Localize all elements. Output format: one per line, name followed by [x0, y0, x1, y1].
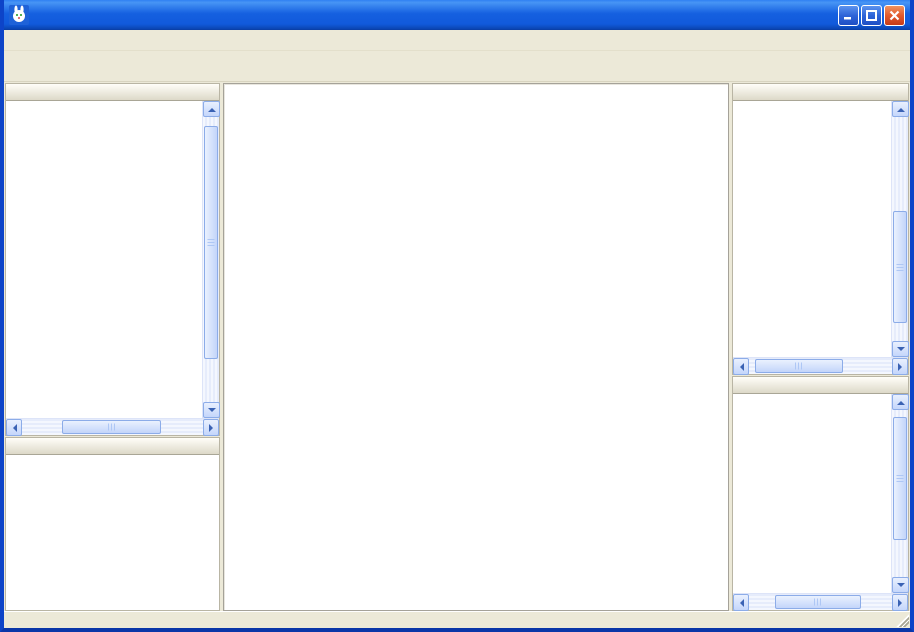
resize-grip[interactable] [896, 614, 909, 627]
function-editor-tree [223, 83, 729, 611]
menu-bar [4, 30, 910, 51]
scroll-up-arrow[interactable] [892, 101, 909, 117]
panel-basic-elements [732, 83, 909, 375]
scroll-right-arrow[interactable] [892, 358, 908, 375]
elements-horizontal-scrollbar[interactable] [733, 357, 908, 374]
panel-basic-elements-title [733, 84, 908, 101]
scroll-down-arrow[interactable] [203, 402, 220, 418]
scroll-left-arrow[interactable] [733, 594, 749, 611]
minimize-button[interactable] [838, 5, 859, 26]
title-bar [4, 0, 910, 30]
object-classes-tree [733, 394, 891, 593]
classes-vertical-scrollbar[interactable] [891, 394, 908, 593]
scroll-left-arrow[interactable] [733, 358, 749, 375]
panel-common-objects-title [6, 84, 219, 101]
common-horizontal-scrollbar[interactable] [6, 418, 219, 435]
scroll-right-arrow[interactable] [892, 594, 908, 611]
main-area [4, 82, 910, 611]
scroll-down-arrow[interactable] [892, 341, 909, 357]
elements-vertical-scrollbar[interactable] [891, 101, 908, 357]
panel-object-classes-title [733, 377, 908, 394]
scroll-up-arrow[interactable] [203, 101, 220, 117]
basic-elements-tree [733, 101, 891, 357]
panel-local-objects-title [6, 438, 219, 455]
panel-local-objects [5, 437, 220, 611]
scroll-up-arrow[interactable] [892, 394, 909, 410]
app-rabbit-icon [9, 5, 29, 25]
scroll-left-arrow[interactable] [6, 419, 22, 436]
common-vertical-scrollbar[interactable] [202, 101, 219, 418]
panel-common-objects [5, 83, 220, 436]
scroll-right-arrow[interactable] [203, 419, 219, 436]
status-bar [4, 611, 910, 628]
app-window [0, 0, 914, 632]
close-button[interactable] [884, 5, 905, 26]
toolbar [4, 51, 910, 82]
scroll-down-arrow[interactable] [892, 577, 909, 593]
classes-horizontal-scrollbar[interactable] [733, 593, 908, 610]
maximize-button[interactable] [861, 5, 882, 26]
common-objects-tree [6, 101, 202, 418]
panel-object-classes [732, 376, 909, 611]
